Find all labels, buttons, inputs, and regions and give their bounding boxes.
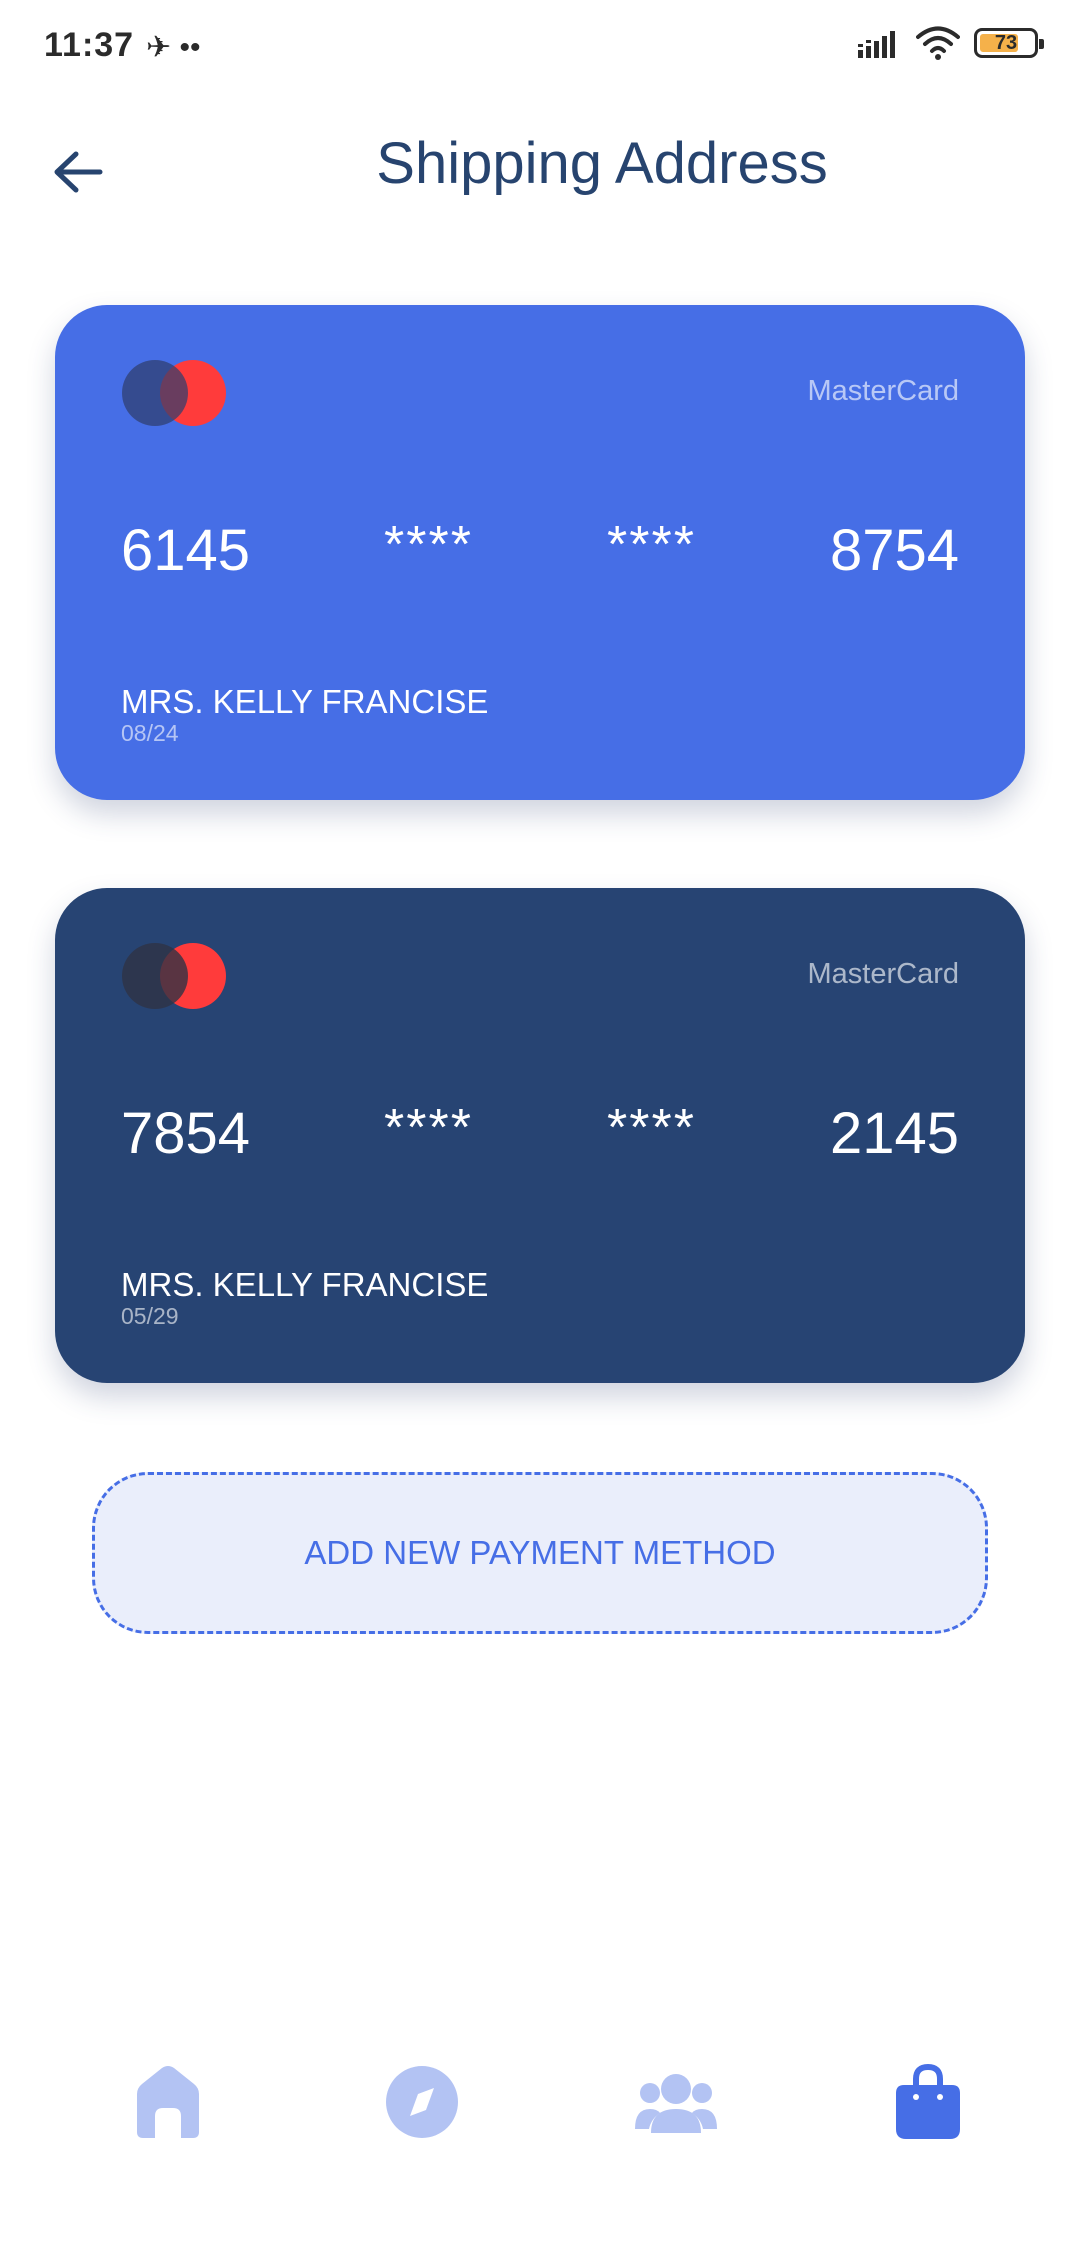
status-time: 11:37 [44,26,135,64]
page-title: Shipping Address [376,131,828,196]
card-brand: MasterCard [807,375,960,407]
card-holder-name: MRS. KELLY FRANCISE [121,683,489,720]
card-number: 6145 **** **** 8754 [121,515,959,584]
card-brand: MasterCard [807,958,960,990]
header: Shipping Address [0,110,1080,220]
wifi-icon [916,26,960,60]
bottom-nav [0,2040,1080,2170]
mastercard-logo-icon [122,360,226,426]
nav-shop[interactable] [878,2052,978,2152]
card-number-mask: **** [606,515,696,574]
payment-card[interactable]: MasterCard 6145 **** **** 8754 MRS. KELL… [55,305,1025,800]
card-number-mask: **** [606,1098,696,1157]
card-number: 7854 **** **** 2145 [121,1098,959,1167]
status-bar: 11:37 ✈ •• 73 [0,0,1080,96]
mastercard-logo-icon [122,943,226,1009]
card-number-last: 8754 [829,518,959,583]
signal-icon [858,31,895,58]
battery-level: 73 [994,31,1018,54]
shopping-bag-icon [896,2063,960,2139]
card-expiry: 05/29 [121,1303,179,1329]
card-number-last: 2145 [829,1101,959,1166]
compass-icon [386,2066,458,2138]
card-number-first: 7854 [121,1101,251,1166]
users-icon [635,2074,717,2133]
nav-community[interactable] [626,2052,726,2152]
status-right-icons: 73 [858,26,1044,60]
battery-icon: 73 [974,28,1044,58]
card-number-mask: **** [384,1098,473,1157]
nav-explore[interactable] [372,2052,472,2152]
card-number-mask: **** [384,515,473,574]
add-payment-method-label: ADD NEW PAYMENT METHOD [304,1534,776,1571]
payment-card[interactable]: MasterCard 7854 **** **** 2145 MRS. KELL… [55,888,1025,1383]
card-holder-name: MRS. KELLY FRANCISE [121,1266,489,1303]
card-expiry: 08/24 [121,720,179,746]
nav-home[interactable] [118,2052,218,2152]
status-notification-icons: ✈ •• [146,31,201,64]
home-icon [137,2066,199,2138]
card-number-first: 6145 [121,518,251,583]
add-payment-method-button[interactable]: ADD NEW PAYMENT METHOD [92,1472,988,1634]
